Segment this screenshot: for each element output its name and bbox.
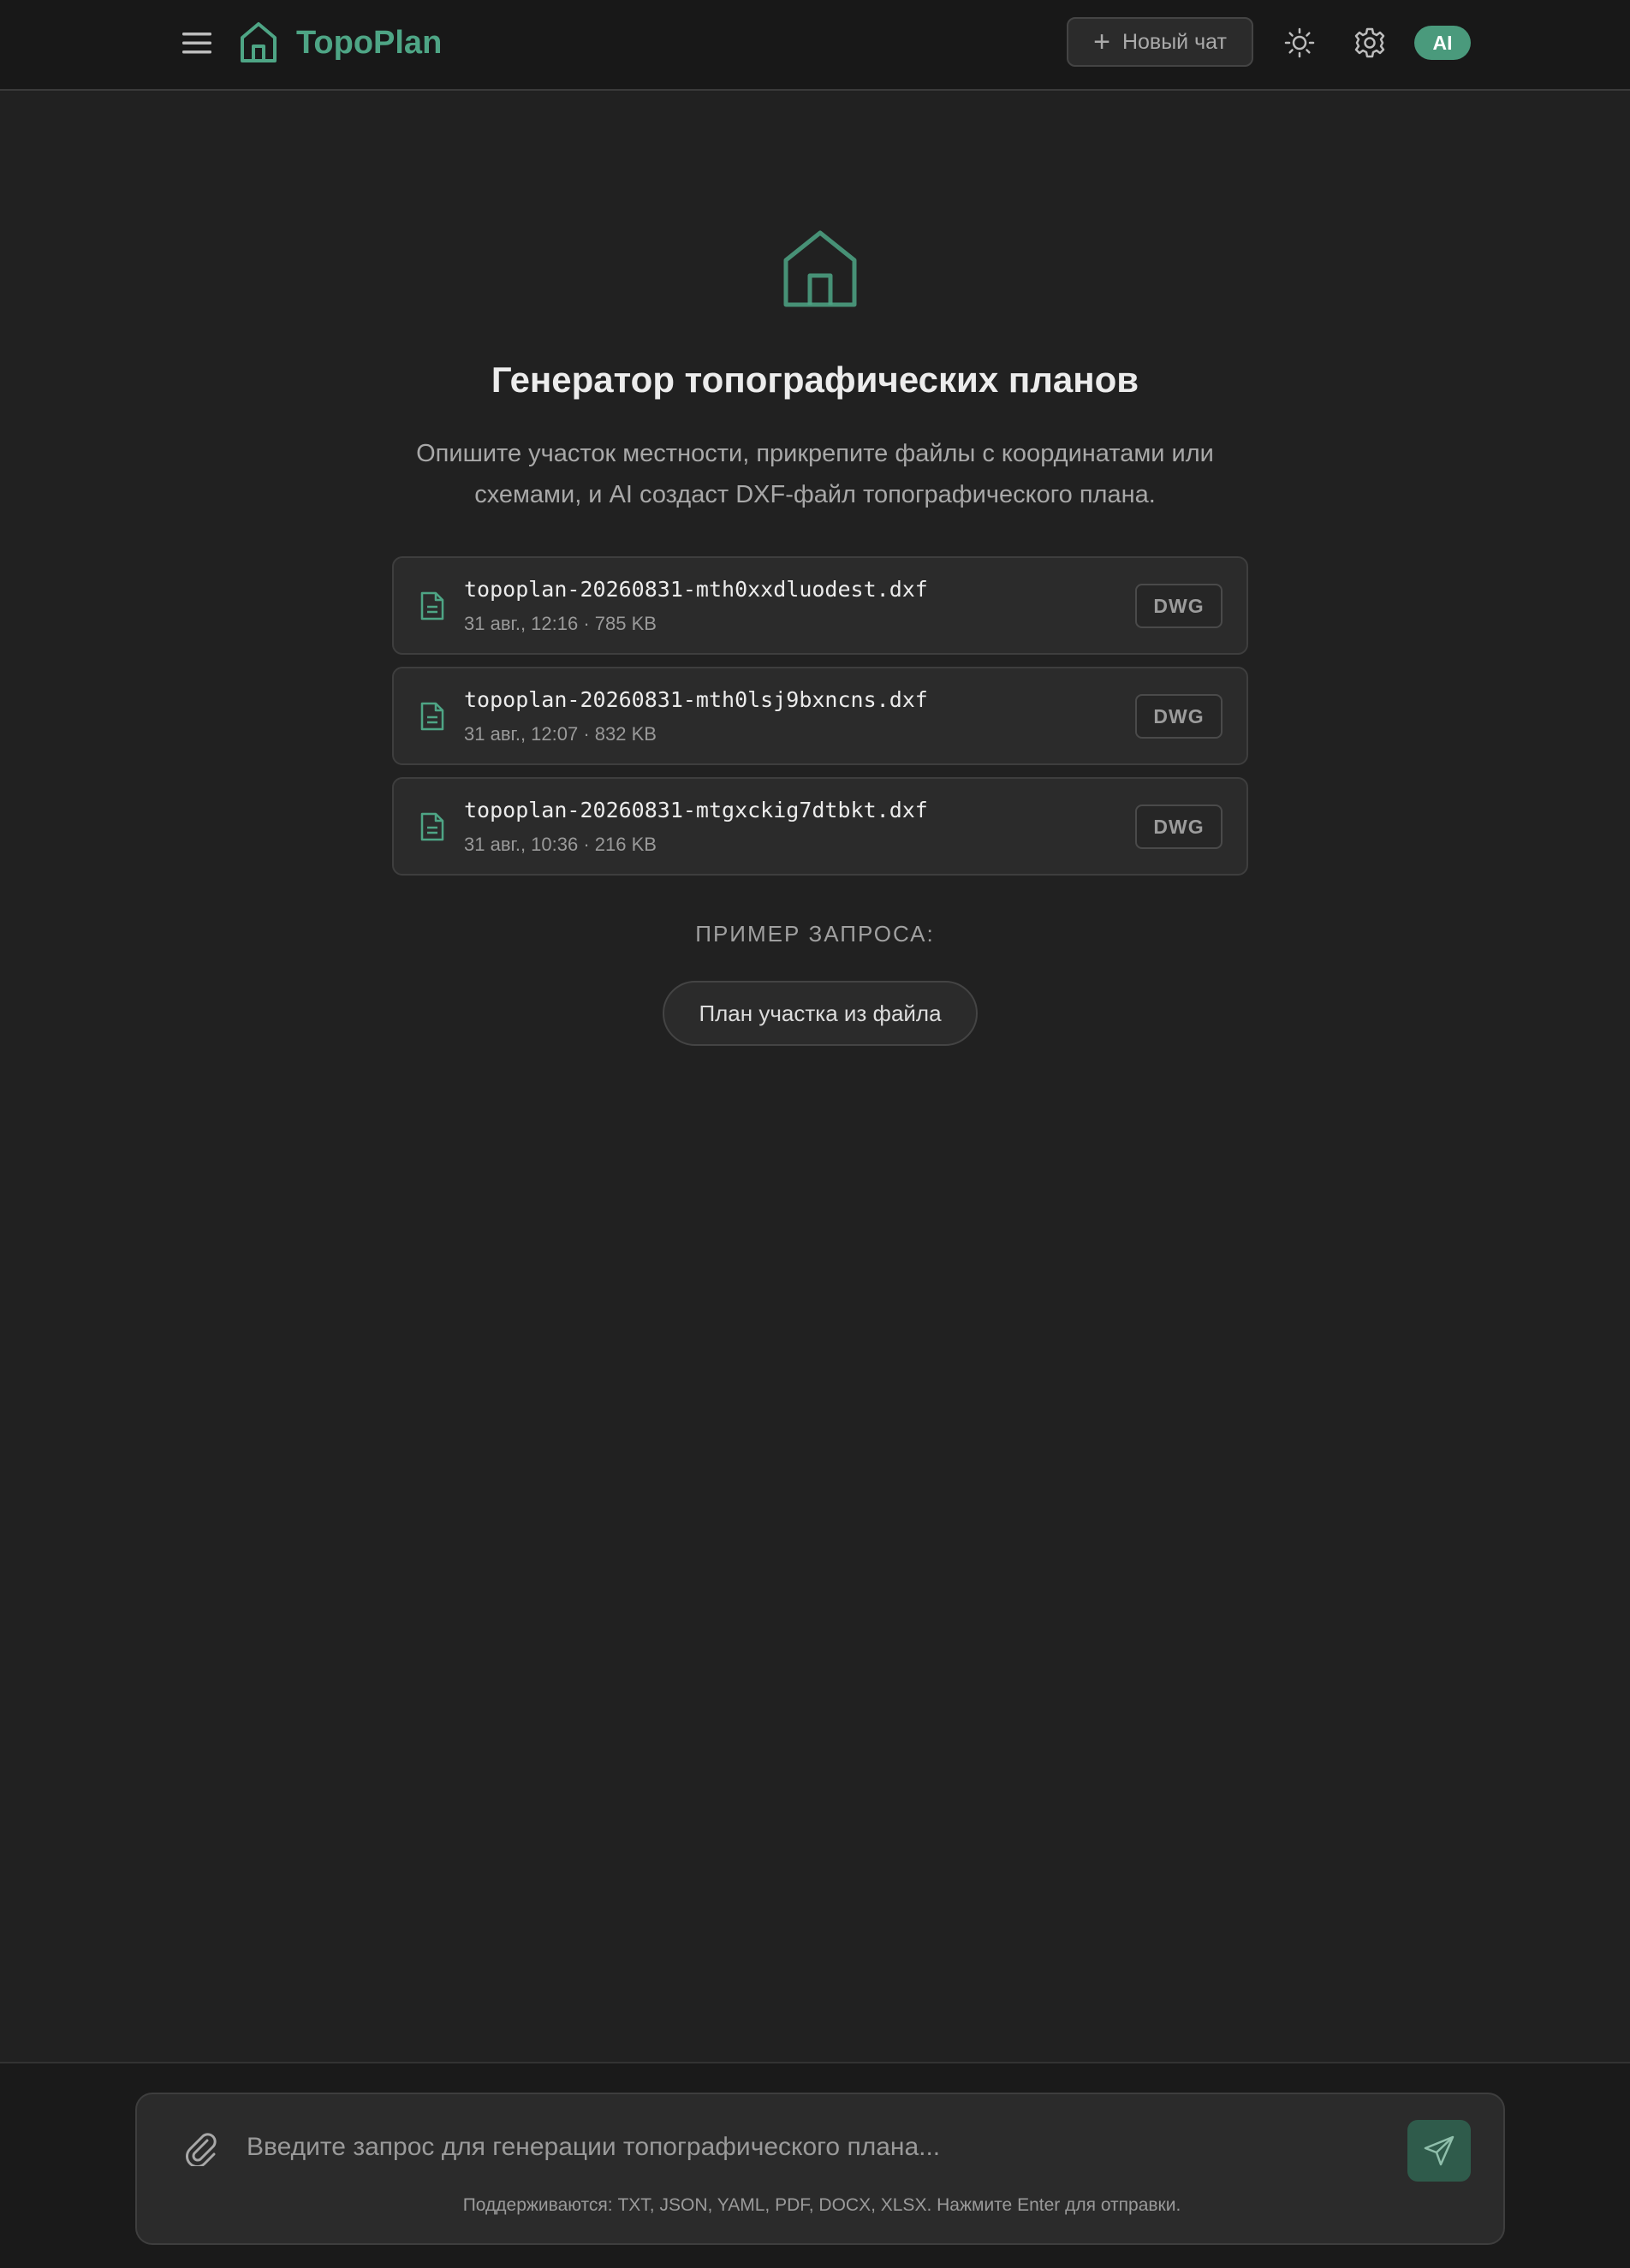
settings-button[interactable] [1349,22,1390,63]
file-name: topoplan-20260831-mth0lsj9bxncns.dxf [464,687,928,712]
file-text-icon [420,591,444,620]
menu-icon [182,33,211,54]
composer-hint: Поддерживаются: TXT, JSON, YAML, PDF, DO… [462,2195,1181,2215]
file-item[interactable]: topoplan-20260831-mth0lsj9bxncns.dxf 31 … [392,667,1248,765]
avatar[interactable]: AI [1414,26,1471,60]
file-text-icon [420,812,444,841]
send-button[interactable] [1407,2120,1471,2182]
brand-name[interactable]: TopoPlan [296,22,442,63]
example-prompt-label: ПРИМЕР ЗАПРОСА: [695,921,935,947]
example-prompt-chip[interactable]: План участка из файла [663,981,978,1046]
file-name: topoplan-20260831-mtgxckig7dtbkt.dxf [464,798,928,822]
file-item[interactable]: topoplan-20260831-mth0xxdluodest.dxf 31 … [392,556,1248,655]
page-description: Опишите участок местности, прикрепите фа… [416,440,1214,508]
sun-icon [1284,27,1315,58]
file-meta: 31 авг., 12:07 · 832 KB [464,723,657,745]
top-bar: TopoPlan + Новый чат AI [0,0,1630,91]
menu-button[interactable] [176,26,217,60]
prompt-input[interactable] [247,2123,1359,2171]
file-meta: 31 авг., 12:16 · 785 KB [464,613,657,634]
composer: Поддерживаются: TXT, JSON, YAML, PDF, DO… [135,2093,1505,2245]
file-item[interactable]: topoplan-20260831-mtgxckig7dtbkt.dxf 31 … [392,777,1248,876]
file-name: topoplan-20260831-mth0xxdluodest.dxf [464,577,928,602]
home-hero-icon [783,230,857,307]
page-title: Генератор топографических планов [491,359,1139,400]
home-logo-icon [241,22,277,62]
paperclip-icon[interactable] [181,2128,219,2166]
plus-icon: + [1093,26,1110,58]
dwg-download-button[interactable]: DWG [1135,694,1222,739]
file-meta: 31 авг., 10:36 · 216 KB [464,834,657,855]
dwg-download-button[interactable]: DWG [1135,804,1222,849]
theme-toggle-button[interactable] [1279,22,1320,63]
file-text-icon [420,702,444,731]
composer-area: Поддерживаются: TXT, JSON, YAML, PDF, DO… [0,2062,1630,2268]
new-chat-label: Новый чат [1121,29,1227,54]
send-icon [1424,2135,1455,2166]
new-chat-button[interactable]: + Новый чат [1067,17,1253,67]
gear-icon [1354,27,1385,58]
recent-files-list: topoplan-20260831-mth0xxdluodest.dxf 31 … [392,556,1248,888]
dwg-download-button[interactable]: DWG [1135,584,1222,628]
